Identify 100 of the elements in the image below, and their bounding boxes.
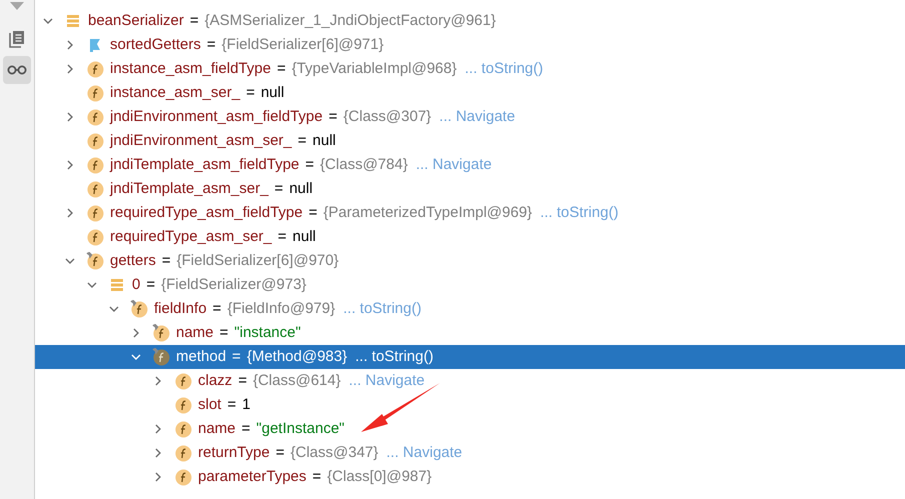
field-icon: [174, 420, 192, 438]
equals-sign: =: [246, 82, 255, 103]
variable-name: fieldInfo: [154, 298, 207, 319]
object-value: {Class@347}: [290, 442, 378, 463]
field-icon: [174, 396, 192, 414]
object-value: {Class@614}: [252, 370, 341, 391]
equals-sign: =: [206, 34, 216, 55]
tree-row[interactable]: getters = {FieldSerializer[6]@970}: [35, 249, 905, 273]
variable-name: getters: [110, 250, 156, 271]
equals-sign: =: [238, 370, 247, 391]
equals-sign: =: [242, 418, 250, 439]
variable-name: jndiTemplate_asm_fieldType: [110, 154, 300, 175]
field-icon: [86, 204, 104, 222]
field-icon: [86, 60, 104, 78]
equals-sign: =: [146, 274, 156, 295]
tree-row[interactable]: method = {Method@983} ... toString(): [35, 345, 905, 369]
tree-row[interactable]: instance_asm_fieldType = {TypeVariableImpl@968} ... toString(): [35, 57, 905, 81]
pinned-field-icon: [130, 300, 148, 318]
variable-name: 0: [132, 274, 140, 295]
variable-name: requiredType_asm_fieldType: [110, 202, 303, 223]
tree-row[interactable]: instance_asm_ser_ = null: [35, 81, 905, 105]
object-value: {Class@307}: [343, 106, 432, 127]
variable-value: null: [292, 226, 316, 247]
variable-name: jndiTemplate_asm_ser_: [110, 178, 268, 199]
variable-name: returnType: [198, 442, 270, 463]
object-value: {FieldInfo@979}: [227, 298, 336, 319]
variable-name: instance_asm_ser_: [110, 82, 240, 103]
tree-row[interactable]: name = "getInstance": [35, 417, 905, 441]
equals-sign: =: [278, 226, 287, 247]
object-value: {Method@983}: [246, 346, 348, 367]
variable-name: jndiEnvironment_asm_ser_: [110, 130, 292, 151]
equals-sign: =: [232, 346, 241, 367]
variable-name: sortedGetters: [110, 34, 201, 55]
tree-row[interactable]: 0 = {FieldSerializer@973}: [35, 273, 905, 297]
value-link[interactable]: ... toString(): [355, 346, 434, 368]
tree-row[interactable]: jndiTemplate_asm_ser_ = null: [35, 177, 905, 201]
equals-sign: =: [276, 442, 284, 463]
string-value: "getInstance": [256, 418, 345, 439]
field-icon: [86, 108, 104, 126]
list-icon: [110, 278, 124, 292]
equals-sign: =: [312, 466, 322, 487]
variable-name: method: [176, 346, 226, 367]
string-value: "instance": [234, 322, 301, 343]
equals-sign: =: [276, 58, 286, 79]
pinned-field-icon: [152, 324, 170, 342]
field-icon: [86, 84, 104, 102]
field-icon: [174, 444, 192, 462]
glasses-icon: [7, 65, 27, 75]
glasses-button[interactable]: [3, 56, 31, 84]
copy-icon[interactable]: [9, 30, 25, 48]
tree-row[interactable]: name = "instance": [35, 321, 905, 345]
variable-name: requiredType_asm_ser_: [110, 226, 272, 247]
field-icon: [86, 228, 104, 246]
tree-row[interactable]: sortedGetters = {FieldSerializer[6]@971}: [35, 33, 905, 57]
variable-value: 1: [242, 394, 250, 415]
equals-sign: =: [274, 178, 284, 199]
tree-row[interactable]: parameterTypes = {Class[0]@987}: [35, 465, 905, 489]
tree-row[interactable]: returnType = {Class@347} ... Navigate: [35, 441, 905, 465]
variable-value: null: [260, 82, 284, 103]
tree-row[interactable]: fieldInfo = {FieldInfo@979} ... toString(): [35, 297, 905, 321]
object-value: {FieldSerializer[6]@970}: [176, 250, 339, 271]
variable-name: beanSerializer: [88, 10, 184, 31]
list-icon: [66, 14, 80, 28]
tree-row[interactable]: slot = 1: [35, 393, 905, 417]
object-value: {Class[0]@987}: [327, 466, 432, 487]
equals-sign: =: [328, 106, 338, 127]
tree-row[interactable]: requiredType_asm_ser_ = null: [35, 225, 905, 249]
object-value: {TypeVariableImpl@968}: [292, 58, 457, 79]
tree-row[interactable]: jndiTemplate_asm_fieldType = {Class@784} ... Navigate: [35, 153, 905, 177]
variable-name: parameterTypes: [198, 466, 306, 487]
field-icon: [174, 372, 192, 390]
field-icon: [174, 468, 192, 486]
tree-row[interactable]: requiredType_asm_fieldType = {ParameterizedTypeImpl@969} ... toString(): [35, 201, 905, 225]
tree-row[interactable]: jndiEnvironment_asm_fieldType = {Class@307} ... Navigate: [35, 105, 905, 129]
tree-row[interactable]: jndiEnvironment_asm_ser_ = null: [35, 129, 905, 153]
variable-name: jndiEnvironment_asm_fieldType: [110, 106, 323, 127]
variable-name: slot: [198, 394, 222, 415]
equals-sign: =: [190, 10, 199, 31]
equals-sign: =: [227, 394, 236, 415]
equals-sign: =: [305, 154, 314, 175]
object-value: {FieldSerializer[6]@971}: [222, 34, 384, 55]
equals-sign: =: [308, 202, 318, 223]
variable-name: name: [176, 322, 214, 343]
tree-row[interactable]: clazz = {Class@614} ... Navigate: [35, 369, 905, 393]
variable-name: clazz: [198, 370, 232, 391]
variable-value: null: [289, 178, 313, 199]
tree-row[interactable]: beanSerializer = {ASMSerializer_1_JndiObjectFactory@961}: [35, 9, 905, 33]
field-icon: [86, 180, 104, 198]
equals-sign: =: [162, 250, 171, 271]
equals-sign: =: [212, 298, 222, 319]
field-icon: [86, 132, 104, 150]
equals-sign: =: [298, 130, 307, 151]
pinned-field-icon: [152, 348, 170, 366]
object-value: {Class@784}: [320, 154, 408, 175]
field-icon: [86, 156, 104, 174]
object-value: {ParameterizedTypeImpl@969}: [323, 202, 532, 223]
variable-name: name: [198, 418, 236, 439]
variable-value: null: [312, 130, 336, 151]
equals-sign: =: [220, 322, 228, 343]
flag-icon: [88, 38, 102, 52]
